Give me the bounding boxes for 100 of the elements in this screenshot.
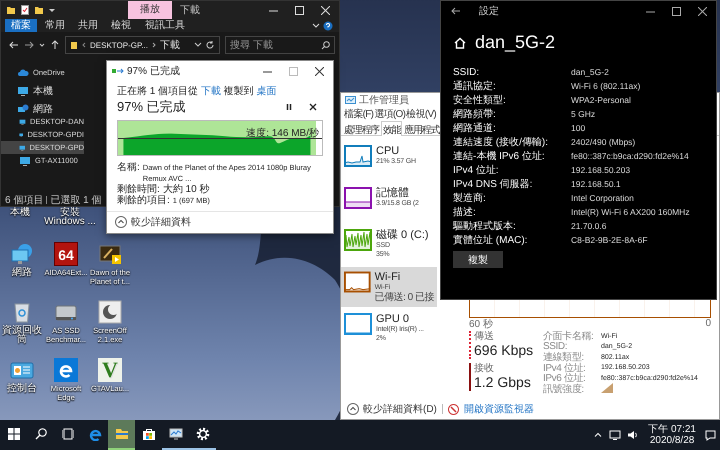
app-logo[interactable]: V — [98, 358, 122, 382]
ribbon-tab[interactable]: 共用 — [73, 19, 103, 32]
task-view-icon — [62, 428, 74, 440]
ribbon-tab[interactable]: 常用 — [40, 19, 70, 32]
window-title: 設定 — [479, 4, 499, 18]
close-icon[interactable] — [698, 6, 707, 16]
network-name-heading: dan_5G-2 — [475, 32, 556, 53]
folder-icon[interactable] — [34, 5, 44, 15]
cloud-icon — [17, 68, 29, 78]
caret-icon[interactable] — [194, 41, 202, 49]
detail-value: WPA2-Personal — [571, 95, 632, 105]
computer-icon — [17, 86, 29, 96]
collapse-icon — [115, 216, 127, 228]
menu-item[interactable]: 檢視(V) — [406, 107, 436, 121]
icon-label[interactable]: 本機 — [10, 208, 30, 217]
detail-value: 5 GHz — [571, 109, 596, 119]
detail-value: C8-B2-9B-2E-8A-6F — [571, 235, 649, 245]
detail-label: 描述: — [453, 206, 477, 219]
detail-value: 大約 10 秒 — [162, 184, 210, 195]
search-field[interactable]: 搜尋 下載 — [225, 36, 335, 54]
network-icon — [17, 104, 29, 114]
moon-icon[interactable] — [98, 300, 122, 324]
icon-label[interactable]: 網路 — [12, 268, 32, 277]
refresh-icon[interactable] — [205, 40, 215, 50]
nav-item[interactable]: 網路 — [1, 102, 84, 115]
folder-icon — [114, 428, 128, 440]
fewer-details-button[interactable]: 較少詳細資料(D) — [347, 402, 437, 416]
ribbon-tab[interactable]: 檢視 — [106, 19, 136, 32]
window-title: 下載 — [180, 4, 200, 17]
maximize-icon[interactable] — [672, 6, 681, 16]
gear-icon — [196, 427, 210, 441]
window-title: 工作管理員 — [359, 94, 409, 107]
tab[interactable]: 處理程序 — [342, 121, 381, 135]
detail-label: 剩餘的項目: — [117, 195, 170, 206]
detail-label: 連結速度 (接收/傳輸): — [453, 136, 549, 149]
detail-label: 網路通道: — [453, 122, 497, 135]
help-icon[interactable] — [323, 20, 333, 30]
property-label: 介面卡名稱: — [543, 330, 594, 342]
menu-item[interactable]: 選項(O) — [374, 107, 406, 121]
property-label: SSID: — [543, 341, 568, 352]
icon-label[interactable]: 安裝 Windows ... — [40, 208, 100, 226]
nav-item[interactable]: 本機 — [1, 84, 84, 97]
resource-monitor-icon — [448, 404, 459, 414]
caret-icon[interactable] — [312, 22, 320, 30]
browser-icon — [88, 427, 102, 441]
clock[interactable]: 下午 07:21 2020/8/28 — [645, 424, 699, 446]
copy-progress-icon — [112, 66, 124, 76]
checklist-icon[interactable] — [20, 5, 30, 15]
detail-label: 剩餘時間: — [117, 184, 160, 195]
property-label: 訊號強度: — [543, 382, 585, 396]
fewer-details-button[interactable]: 較少詳細資料 — [115, 215, 191, 229]
axis-label: 0 — [705, 318, 711, 329]
detail-label: 實體位址 (MAC): — [453, 234, 528, 247]
copy-status-text: 正在將 1 個項目從 下載 複製到 桌面 — [117, 84, 278, 98]
destination-folder-link[interactable]: 桌面 — [256, 86, 276, 97]
pause-icon[interactable] — [285, 103, 293, 111]
path-segment[interactable]: DESKTOP-GP... — [90, 40, 148, 50]
close-icon[interactable] — [309, 103, 317, 111]
ribbon-tab[interactable]: 視訊工具 — [143, 19, 187, 32]
detail-label: 驅動程式版本: — [453, 220, 517, 233]
folder-icon[interactable] — [6, 5, 16, 15]
detail-value: fe80::387c:b9ca:d290:fd2e%14 — [571, 151, 690, 161]
tab[interactable]: 效能 — [380, 121, 402, 136]
axis-label: 60 秒 — [469, 318, 493, 330]
folder-icon — [70, 40, 78, 50]
status-text: 6 個項目 — [5, 194, 44, 207]
search-icon — [321, 41, 330, 50]
back-arrow-icon[interactable] — [451, 6, 461, 16]
monitor-graph-icon — [168, 427, 182, 441]
detail-value: Wi-Fi 6 (802.11ax) — [571, 81, 642, 91]
up-arrow-icon[interactable] — [50, 40, 60, 50]
browser-icon[interactable] — [54, 358, 78, 382]
icon-label[interactable]: 資源回收筒 — [0, 326, 44, 344]
throughput-block: 接收 1.2 Gbps — [469, 363, 537, 391]
notification-icon[interactable] — [705, 430, 716, 440]
forward-arrow-icon[interactable] — [24, 40, 34, 50]
property-label: IPv6 位址: — [543, 372, 586, 384]
detail-label: 安全性類型: — [453, 94, 507, 107]
close-icon[interactable] — [315, 66, 324, 76]
path-segment[interactable]: 下載 — [160, 38, 180, 52]
throughput-block: 傳送 696 Kbps — [469, 331, 537, 359]
network-globe-icon[interactable] — [10, 242, 34, 266]
source-folder-link[interactable]: 下載 — [200, 86, 221, 97]
home-icon — [453, 36, 467, 50]
tab[interactable]: 應用程式 — [402, 121, 442, 135]
signal-strength-icon — [601, 382, 613, 393]
detail-value: 192.168.50.203 — [571, 165, 632, 175]
copy-button[interactable]: 複製 — [453, 251, 503, 268]
resource-monitor-link[interactable]: 開啟資源監視器 — [464, 402, 534, 416]
detail-label: 名稱: — [117, 162, 140, 173]
menu-item[interactable]: 檔案(F) — [344, 107, 374, 121]
speaker-icon[interactable] — [627, 430, 640, 440]
property-label: 連線類型: — [543, 350, 585, 364]
address-bar[interactable]: DESKTOP-GP... 下載 — [65, 36, 220, 54]
detail-value: 192.168.50.1 — [571, 179, 622, 189]
chevron-icon — [81, 40, 87, 50]
search-icon — [34, 428, 46, 440]
detail-value: dan_5G-2 — [571, 67, 610, 77]
app-logo[interactable]: 64 — [54, 242, 78, 266]
network-icon[interactable] — [609, 430, 622, 440]
